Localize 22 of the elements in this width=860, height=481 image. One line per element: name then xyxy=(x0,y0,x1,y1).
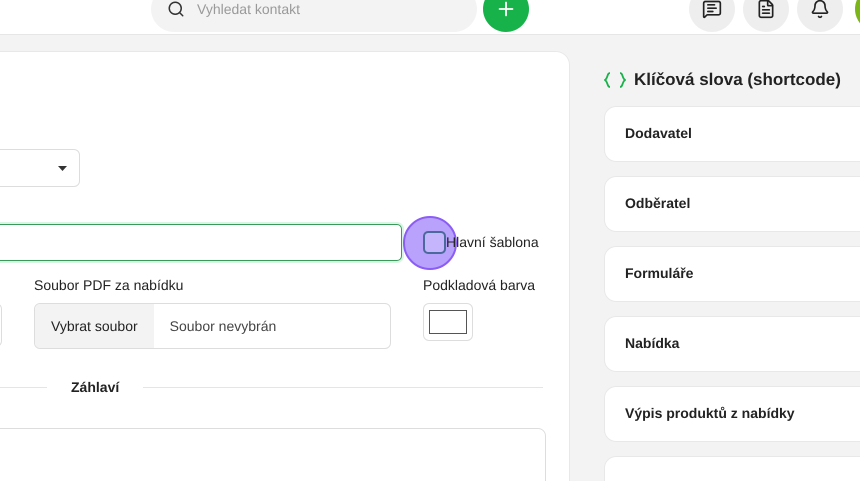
field-label: Soubor PDF za nabídku xyxy=(34,277,184,293)
shortcode-group[interactable]: Odběratel xyxy=(604,176,860,232)
document-icon xyxy=(756,0,776,19)
field-label: Podkladová barva xyxy=(423,277,536,293)
file-input[interactable]: Vybrat soubor Soubor nevybrán xyxy=(34,303,391,349)
chat-icon xyxy=(702,0,722,19)
search-icon xyxy=(167,0,185,18)
shortcode-group[interactable]: Dodavatel xyxy=(604,106,860,162)
input-field[interactable] xyxy=(0,224,402,261)
section-title: Záhlaví xyxy=(71,378,120,397)
panel-title: Klíčová slova (shortcode) xyxy=(634,69,841,91)
caret-icon xyxy=(58,166,67,170)
shortcode-group[interactable]: Nabídka xyxy=(604,316,860,372)
choose-file-button[interactable]: Vybrat soubor xyxy=(35,304,154,348)
shortcode-group[interactable]: Výpis produktů z nabídky xyxy=(604,386,860,442)
search-field[interactable]: Vyhledat kontakt xyxy=(151,0,477,32)
checkbox[interactable] xyxy=(423,231,446,254)
color-picker[interactable] xyxy=(423,303,473,341)
shortcode-group[interactable]: Formuláře xyxy=(604,246,860,302)
file-name: Soubor nevybrán xyxy=(168,316,278,336)
braces-icon xyxy=(604,72,626,88)
bell-icon xyxy=(810,0,830,19)
